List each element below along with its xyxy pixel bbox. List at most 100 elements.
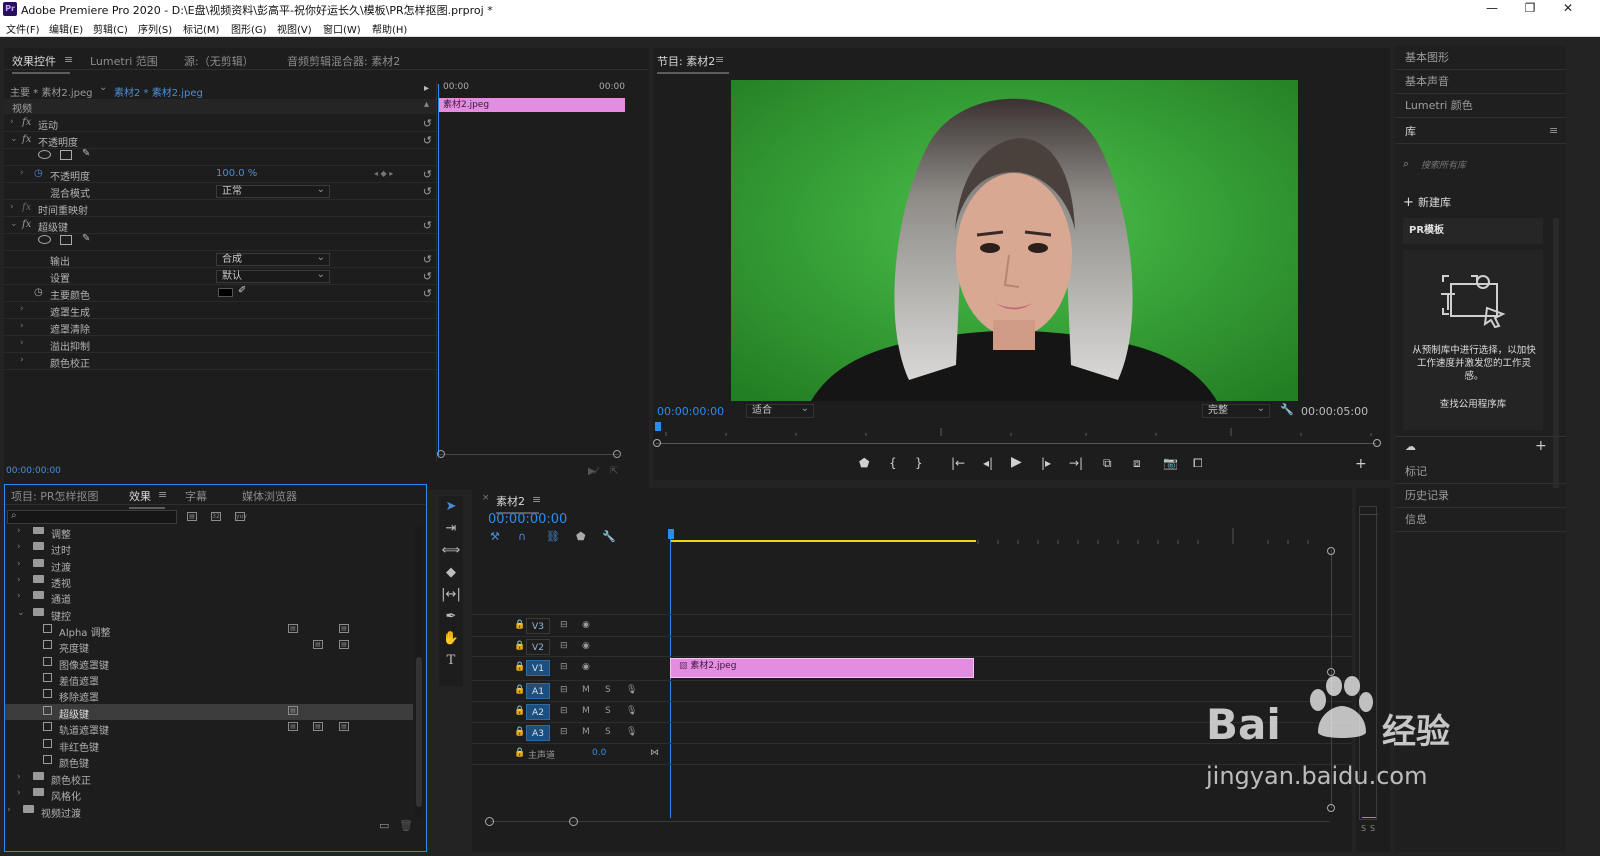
pen-mask-icon[interactable]: ✎ bbox=[82, 148, 90, 159]
tree-item-track-matte-key[interactable]: 轨道遮罩键 ▤ ▤ ▤ bbox=[5, 720, 413, 737]
fx-icon[interactable]: fx bbox=[22, 202, 31, 213]
ellipse-mask-icon[interactable] bbox=[38, 150, 51, 159]
reset-icon[interactable]: ↺ bbox=[423, 168, 432, 181]
tree-folder-keying[interactable]: ⌄ 键控 bbox=[5, 606, 413, 623]
stopwatch-icon[interactable]: ◷ bbox=[34, 287, 43, 298]
sync-lock-icon[interactable]: ⊟ bbox=[560, 727, 568, 737]
add-library-icon[interactable]: + bbox=[1535, 438, 1547, 454]
play-icon[interactable]: ▶ bbox=[1011, 454, 1022, 470]
tab-effect-controls[interactable]: 效果控件 bbox=[12, 53, 70, 74]
eye-icon[interactable]: ◉ bbox=[582, 641, 590, 651]
fx-icon[interactable]: fx bbox=[22, 134, 31, 145]
timeline-clip[interactable]: ▨ 素材2.jpeg bbox=[670, 658, 974, 678]
add-button-icon[interactable]: + bbox=[1355, 456, 1367, 472]
effects-scrollbar[interactable] bbox=[415, 527, 423, 817]
add-marker-icon[interactable]: ⬟ bbox=[859, 456, 869, 470]
reset-icon[interactable]: ↺ bbox=[423, 253, 432, 266]
library-scrollbar[interactable] bbox=[1553, 218, 1559, 488]
meter-solo-right[interactable]: S bbox=[1370, 824, 1375, 833]
menu-marker[interactable]: 标记(M) bbox=[183, 21, 219, 36]
mini-playhead[interactable] bbox=[438, 84, 439, 456]
camera-icon[interactable]: 📷 bbox=[1163, 456, 1178, 470]
setting-dropdown[interactable]: 默认 bbox=[216, 269, 330, 283]
matte-generation-row[interactable]: › 遮罩生成 bbox=[4, 302, 436, 319]
zoom-handle-left[interactable] bbox=[653, 439, 661, 447]
track-v3-target[interactable]: V3 bbox=[526, 618, 550, 634]
sequence-clip-label[interactable]: 素材2 * 素材2.jpeg bbox=[114, 84, 203, 100]
panel-menu-icon[interactable]: ≡ bbox=[64, 53, 73, 66]
program-time-ruler[interactable] bbox=[655, 422, 1376, 442]
mic-icon[interactable]: 🎙 bbox=[626, 685, 637, 695]
pen-tool-icon[interactable]: ✒ bbox=[439, 606, 463, 628]
tab-sequence[interactable]: 素材2 bbox=[496, 493, 539, 514]
timeline-timecode[interactable]: 00:00:00:00 bbox=[488, 512, 567, 527]
panel-menu-icon[interactable]: ≡ bbox=[532, 493, 541, 506]
reset-icon[interactable]: ↺ bbox=[423, 287, 432, 300]
info-tab[interactable]: 信息 bbox=[1395, 508, 1566, 532]
chevron-right-icon[interactable]: › bbox=[20, 168, 24, 178]
program-video-frame[interactable] bbox=[731, 80, 1298, 401]
menu-help[interactable]: 帮助(H) bbox=[372, 21, 407, 36]
track-v1-target[interactable]: V1 bbox=[526, 660, 550, 676]
hscroll-handle-left[interactable] bbox=[485, 817, 494, 826]
snap-icon[interactable]: ∩ bbox=[518, 530, 526, 543]
color-correction-row[interactable]: › 颜色校正 bbox=[4, 353, 436, 370]
tab-captions[interactable]: 字幕 bbox=[185, 488, 207, 504]
meter-solo-left[interactable]: S bbox=[1361, 824, 1366, 833]
tab-media-browser[interactable]: 媒体浏览器 bbox=[242, 488, 297, 504]
matte-cleanup-row[interactable]: › 遮罩清除 bbox=[4, 319, 436, 336]
accelerated-effects-icon[interactable]: ▤ bbox=[187, 512, 197, 521]
yuv-effects-icon[interactable]: yuv bbox=[235, 512, 247, 521]
library-search-input[interactable]: ⌕ 搜索所有库 bbox=[1401, 156, 1556, 172]
tree-item-image-matte-key[interactable]: 图像遮罩键 bbox=[5, 655, 413, 672]
trash-icon[interactable]: 🗑 bbox=[399, 819, 413, 832]
minimize-icon[interactable]: — bbox=[1474, 0, 1510, 18]
playback-resolution-dropdown[interactable]: 完整 bbox=[1202, 403, 1270, 418]
wrench-icon[interactable]: 🔧 bbox=[1280, 403, 1294, 416]
tree-folder-adjust[interactable]: › 调整 bbox=[5, 527, 413, 541]
chevron-right-icon[interactable]: › bbox=[20, 355, 24, 365]
mark-out-icon[interactable]: } bbox=[915, 456, 923, 470]
chevron-down-icon[interactable]: ⌄ bbox=[10, 219, 18, 229]
timeline-playhead-line[interactable] bbox=[670, 538, 671, 818]
mute-button[interactable]: M bbox=[582, 685, 590, 695]
rectangle-mask-icon[interactable] bbox=[60, 150, 72, 160]
history-tab[interactable]: 历史记录 bbox=[1395, 484, 1566, 508]
tree-item-color-key[interactable]: 颜色键 bbox=[5, 753, 413, 770]
panel-menu-icon[interactable]: ≡ bbox=[715, 53, 724, 66]
mark-in-icon[interactable]: { bbox=[889, 456, 897, 470]
tree-folder-perspective[interactable]: › 透视 bbox=[5, 573, 413, 590]
track-a1-target[interactable]: A1 bbox=[526, 683, 550, 699]
bowtie-icon[interactable]: ⋈ bbox=[650, 748, 659, 758]
tree-folder-channel[interactable]: › 通道 bbox=[5, 589, 413, 606]
timeline-playhead-handle[interactable] bbox=[668, 529, 674, 539]
go-to-out-icon[interactable]: →| bbox=[1069, 456, 1083, 470]
new-folder-icon[interactable]: ▭ bbox=[379, 819, 389, 832]
fx-icon[interactable]: fx bbox=[22, 117, 31, 128]
tree-folder-color-correction[interactable]: › 颜色校正 bbox=[5, 770, 413, 787]
scrollbar-thumb[interactable] bbox=[416, 657, 422, 807]
effects-search-input[interactable]: ⌕ bbox=[7, 510, 177, 524]
extract-icon[interactable]: ⧈ bbox=[1133, 456, 1141, 471]
timeline-hscroll[interactable] bbox=[490, 821, 1330, 822]
tree-folder-stylize[interactable]: › 风格化 bbox=[5, 786, 413, 803]
sync-lock-icon[interactable]: ⊟ bbox=[560, 685, 568, 695]
markers-tab[interactable]: 标记 bbox=[1395, 460, 1566, 484]
menu-file[interactable]: 文件(F) bbox=[6, 21, 40, 36]
tree-folder-video-transitions[interactable]: › 视频过渡 bbox=[5, 803, 413, 820]
32bit-effects-icon[interactable]: 32 bbox=[211, 512, 221, 521]
chevron-right-icon[interactable]: › bbox=[20, 321, 24, 331]
chevron-down-icon[interactable]: ⌄ bbox=[99, 82, 107, 93]
close-tab-icon[interactable]: × bbox=[482, 493, 490, 503]
menu-window[interactable]: 窗口(W) bbox=[323, 21, 361, 36]
slip-tool-icon[interactable]: |↔| bbox=[439, 584, 463, 606]
reset-icon[interactable]: ↺ bbox=[423, 270, 432, 283]
linked-selection-icon[interactable]: ⛓ bbox=[546, 530, 560, 543]
zoom-fit-dropdown[interactable]: 适合 bbox=[746, 403, 814, 418]
tab-source[interactable]: 源:（无剪辑） bbox=[184, 53, 254, 69]
chevron-right-icon[interactable]: › bbox=[20, 304, 24, 314]
lock-icon[interactable]: 🔒 bbox=[514, 685, 525, 695]
browse-libraries-link[interactable]: 查找公用程序库 bbox=[1403, 396, 1543, 410]
tab-project[interactable]: 项目: PR怎样抠图 bbox=[11, 488, 98, 504]
libraries-tab[interactable]: 库 bbox=[1395, 120, 1566, 144]
